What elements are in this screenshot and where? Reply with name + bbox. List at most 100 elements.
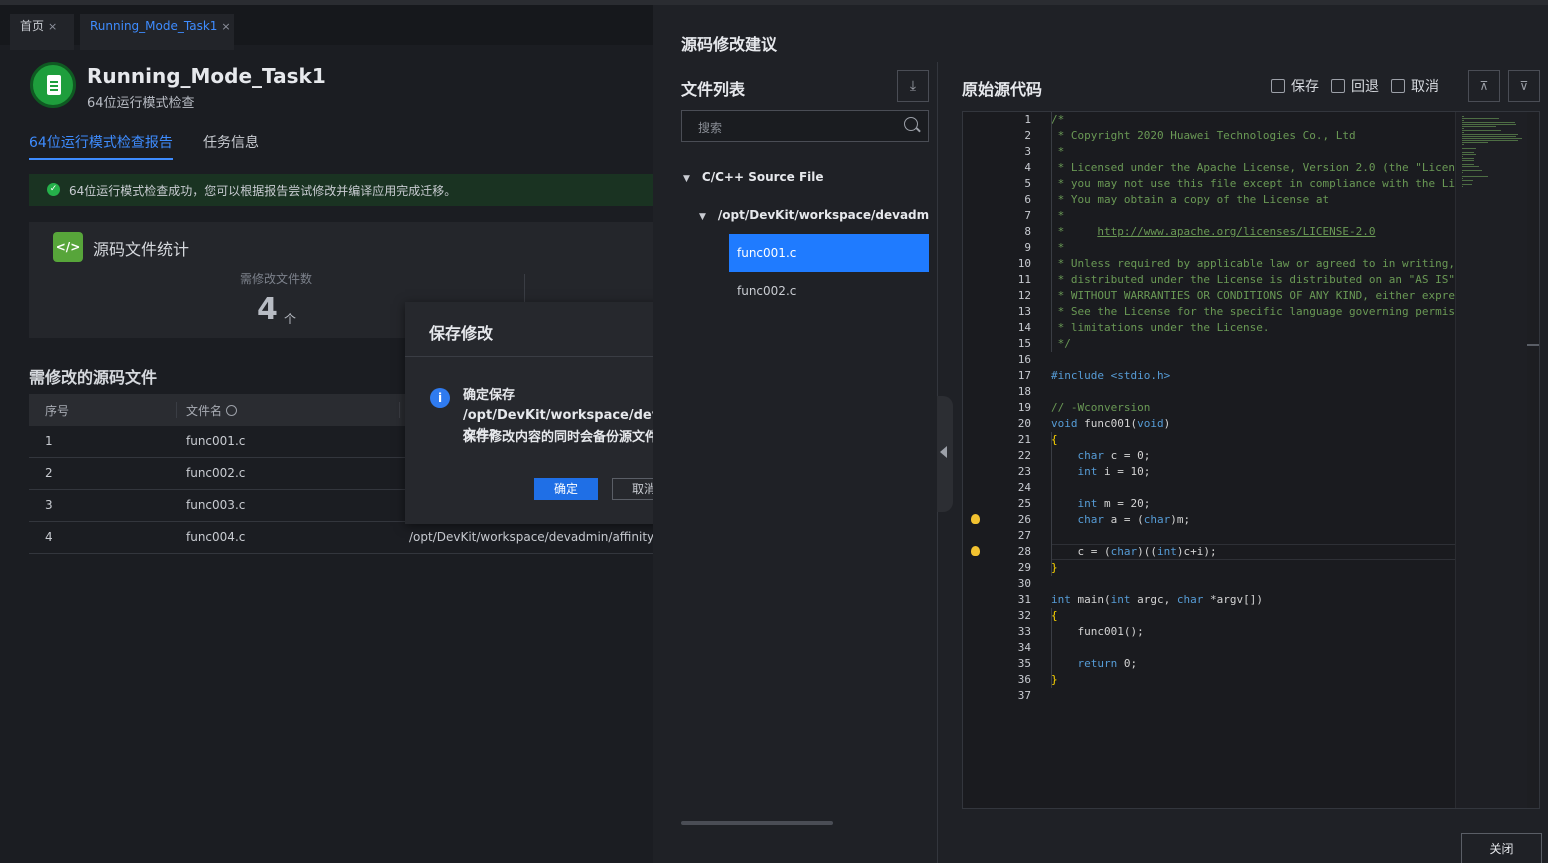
code-line[interactable]: 24: [963, 480, 1539, 496]
code-text: * you may not use this file except in co…: [1051, 177, 1455, 190]
revert-button[interactable]: 回退: [1331, 76, 1379, 96]
code-line[interactable]: 2 * Copyright 2020 Huawei Technologies C…: [963, 128, 1539, 144]
collapse-up-button[interactable]: ⊼: [1468, 70, 1500, 102]
code-line[interactable]: 3 *: [963, 144, 1539, 160]
code-line[interactable]: 11 * distributed under the License is di…: [963, 272, 1539, 288]
code-line[interactable]: 23 int i = 10;: [963, 464, 1539, 480]
line-number: 9: [1024, 241, 1031, 254]
code-line[interactable]: 28 c = (char)((int)c+i);: [963, 544, 1539, 560]
code-line[interactable]: 22 char c = 0;: [963, 448, 1539, 464]
code-line[interactable]: 34: [963, 640, 1539, 656]
indent-guide: [1051, 608, 1052, 688]
col-header-name-label: 文件名: [186, 404, 223, 418]
code-line[interactable]: 27: [963, 528, 1539, 544]
lightbulb-icon[interactable]: [971, 514, 980, 524]
code-text: */: [1051, 337, 1071, 350]
code-line[interactable]: 29}: [963, 560, 1539, 576]
code-line[interactable]: 19 // -Wconversion: [963, 400, 1539, 416]
search-icon[interactable]: [904, 117, 918, 131]
cell-filename: func004.c: [186, 530, 246, 544]
code-text: *: [1051, 241, 1065, 254]
code-line[interactable]: 20 void func001(void): [963, 416, 1539, 432]
search-placeholder: 搜索: [698, 121, 723, 135]
code-line[interactable]: 35 return 0;: [963, 656, 1539, 672]
code-text: *: [1051, 209, 1065, 222]
caret-down-icon[interactable]: ▼: [683, 174, 690, 184]
dialog-message-backup: 保存修改内容的同时会备份源文件。: [463, 430, 672, 445]
code-line[interactable]: 15 */: [963, 336, 1539, 352]
code-line[interactable]: 8 * http://www.apache.org/licenses/LICEN…: [963, 224, 1539, 240]
code-line[interactable]: 4 * Licensed under the Apache License, V…: [963, 160, 1539, 176]
code-text: {: [1051, 433, 1058, 446]
code-text: func001();: [1051, 625, 1144, 638]
code-line[interactable]: 12 * WITHOUT WARRANTIES OR CONDITIONS OF…: [963, 288, 1539, 304]
code-line[interactable]: 16: [963, 352, 1539, 368]
code-line[interactable]: 6 * You may obtain a copy of the License…: [963, 192, 1539, 208]
tree-file-func001[interactable]: func001.c: [729, 234, 929, 272]
collapse-handle[interactable]: [937, 396, 953, 512]
line-number: 26: [1017, 513, 1031, 526]
code-line[interactable]: 30: [963, 576, 1539, 592]
code-line[interactable]: 1 /*: [963, 112, 1539, 128]
tree-node-root[interactable]: ▼ C/C++ Source File: [683, 170, 824, 184]
cell-filename: func002.c: [186, 466, 246, 480]
code-line[interactable]: 36}: [963, 672, 1539, 688]
col-header-name[interactable]: 文件名: [186, 402, 237, 419]
code-line[interactable]: 7 *: [963, 208, 1539, 224]
dialog-title: 保存修改: [429, 324, 494, 343]
col-header-no: 序号: [45, 404, 70, 418]
code-line[interactable]: 25 int m = 20;: [963, 496, 1539, 512]
horizontal-scrollbar[interactable]: [681, 821, 833, 825]
lightbulb-icon[interactable]: [971, 546, 980, 556]
tab-home[interactable]: 首页 ×: [10, 14, 74, 50]
code-text: }: [1051, 561, 1058, 574]
download-button[interactable]: ⤓: [897, 70, 929, 102]
code-line[interactable]: 10 * Unless required by applicable law o…: [963, 256, 1539, 272]
file-search-input[interactable]: 搜索: [681, 110, 929, 142]
cancel-edit-button[interactable]: 取消: [1391, 76, 1439, 96]
tree-node-dir[interactable]: ▼ /opt/DevKit/workspace/devadmin/affinity…: [699, 208, 929, 222]
search-icon[interactable]: [225, 405, 237, 416]
line-number: 12: [1017, 289, 1031, 302]
code-line[interactable]: 13 * See the License for the specific la…: [963, 304, 1539, 320]
code-line[interactable]: 33 func001();: [963, 624, 1539, 640]
code-line[interactable]: 18: [963, 384, 1539, 400]
code-line[interactable]: 9 *: [963, 240, 1539, 256]
code-editor[interactable]: 1 /* 2 * Copyright 2020 Huawei Technologie…: [962, 111, 1540, 809]
cancel-icon: [1391, 79, 1405, 93]
revert-icon: [1331, 79, 1345, 93]
expand-down-button[interactable]: ⊽: [1508, 70, 1540, 102]
caret-down-icon[interactable]: ▼: [699, 212, 706, 222]
code-line[interactable]: 17 #include <stdio.h>: [963, 368, 1539, 384]
code-line[interactable]: 31 int main(int argc, char *argv[]): [963, 592, 1539, 608]
confirm-button[interactable]: 确定: [534, 478, 598, 500]
tab-report[interactable]: 64位运行模式检查报告: [29, 132, 173, 160]
code-line[interactable]: 26 char a = (char)m;: [963, 512, 1539, 528]
code-line[interactable]: 32 {: [963, 608, 1539, 624]
code-text: * WITHOUT WARRANTIES OR CONDITIONS OF AN…: [1057, 289, 1455, 302]
code-line[interactable]: 14 * limitations under the License.: [963, 320, 1539, 336]
save-button[interactable]: 保存: [1271, 76, 1319, 96]
line-number: 22: [1017, 449, 1031, 462]
code-text: char a = (char)m;: [1077, 513, 1191, 526]
tab-task-info[interactable]: 任务信息: [203, 132, 259, 152]
tree-file-func002[interactable]: func002.c: [737, 284, 796, 298]
code-line[interactable]: 21 {: [963, 432, 1539, 448]
stats-unit: 个: [284, 312, 297, 326]
tab-running-mode-task[interactable]: Running_Mode_Task1 ×: [80, 14, 234, 50]
line-number: 7: [1024, 209, 1031, 222]
code-text: * limitations under the License.: [1051, 321, 1270, 334]
code-text: /*: [1051, 113, 1065, 126]
line-number: 36: [1017, 673, 1031, 686]
line-number: 11: [1017, 273, 1031, 286]
close-icon[interactable]: ×: [48, 20, 57, 33]
close-panel-button[interactable]: 关闭: [1461, 833, 1542, 863]
source-title: 原始源代码: [962, 80, 1043, 99]
line-number: 10: [1017, 257, 1031, 270]
code-line[interactable]: 5 * you may not use this file except in …: [963, 176, 1539, 192]
code-line[interactable]: 37: [963, 688, 1539, 704]
close-icon[interactable]: ×: [221, 20, 230, 33]
line-number: 16: [1017, 353, 1031, 366]
line-number: 8: [1024, 225, 1031, 238]
table-row[interactable]: 4 func004.c/opt/DevKit/workspace/devadmin…: [29, 522, 653, 554]
